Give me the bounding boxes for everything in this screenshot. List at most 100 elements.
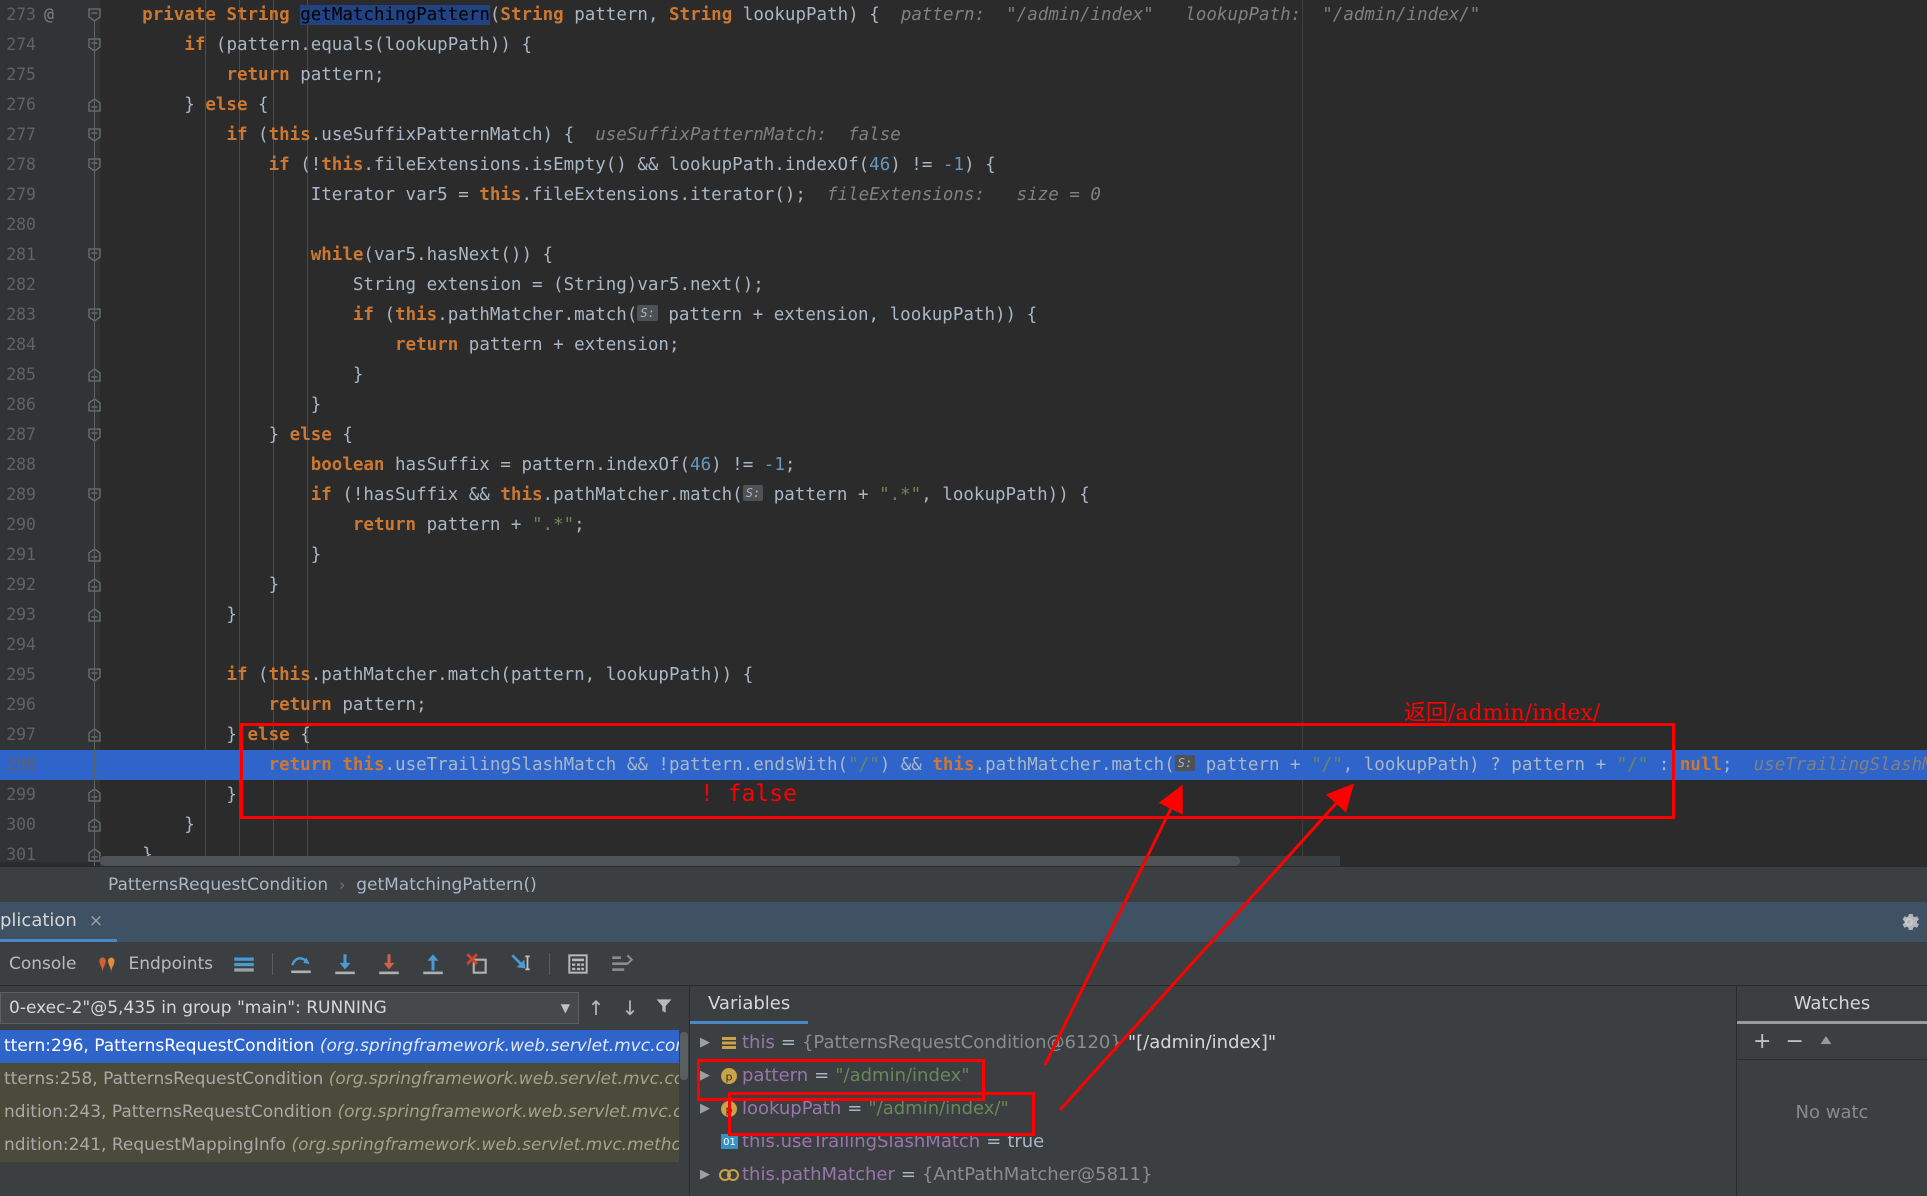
frame-package: (org.springframework.web.servlet.mvc.co	[337, 1102, 689, 1122]
remove-watch-button[interactable]: −	[1785, 1029, 1803, 1054]
frames-scrollbar[interactable]	[679, 1030, 689, 1196]
expand-triangle-icon[interactable]: ▶	[694, 1101, 716, 1116]
variables-list[interactable]: ▶ this = {PatternsRequestCondition@6120} "[/…	[690, 1026, 1736, 1196]
run-to-cursor-button[interactable]	[499, 942, 543, 986]
gear-icon[interactable]	[1897, 910, 1921, 940]
frame-row[interactable]: tterns:258, PatternsRequestCondition (or…	[0, 1063, 689, 1096]
fold-range-line	[94, 22, 95, 866]
drop-frame-button[interactable]	[455, 942, 499, 986]
filter-icon[interactable]	[647, 996, 681, 1021]
line-number: 295	[6, 665, 36, 684]
variable-row[interactable]: ▶ p lookupPath = "/admin/index/"	[690, 1092, 1736, 1125]
annotation-marker-icon[interactable]: @	[44, 0, 54, 30]
step-out-button[interactable]	[411, 942, 455, 986]
debug-toolbar[interactable]: Console Endpoints	[0, 942, 1927, 986]
step-into-button[interactable]	[323, 942, 367, 986]
line-number: 297	[6, 725, 36, 744]
code-text: }	[100, 815, 195, 835]
frame-down-button[interactable]: ↓	[613, 996, 647, 1020]
code-line[interactable]: 290 return pattern + ".*";	[0, 510, 1927, 540]
code-line[interactable]: 297 } else {	[0, 720, 1927, 750]
code-editor[interactable]: 273 @ private String getMatchingPattern(S…	[0, 0, 1927, 866]
evaluate-expression-button[interactable]	[556, 942, 600, 986]
code-line[interactable]: 294	[0, 630, 1927, 660]
code-text: if (!hasSuffix && this.pathMatcher.match…	[310, 485, 1090, 505]
variable-name: this	[742, 1032, 775, 1053]
line-number: 296	[6, 695, 36, 714]
code-line[interactable]: 291 }	[0, 540, 1927, 570]
frame-row[interactable]: ndition:243, PatternsRequestCondition (o…	[0, 1096, 689, 1129]
code-line[interactable]: 283 if (this.pathMatcher.match(S: patter…	[0, 300, 1927, 330]
code-line[interactable]: 298 return this.useTrailingSlashMatch &&…	[0, 750, 1927, 780]
code-line[interactable]: 295 if (this.pathMatcher.match(pattern, …	[0, 660, 1927, 690]
variable-value-extra: "[/admin/index]"	[1127, 1032, 1277, 1053]
add-watch-button[interactable]: +	[1753, 1029, 1771, 1054]
tab-application[interactable]: plication ×	[0, 902, 118, 942]
expand-triangle-icon[interactable]: ▶	[694, 1068, 716, 1083]
layout-settings-button[interactable]	[600, 942, 644, 986]
line-number: 280	[6, 215, 36, 234]
variable-row[interactable]: 01 this.useTrailingSlashMatch = true	[690, 1125, 1736, 1158]
code-text: if (this.useSuffixPatternMatch) { useSuf…	[226, 125, 901, 145]
code-line[interactable]: 282 String extension = (String)var5.next…	[0, 270, 1927, 300]
code-line[interactable]: 276 } else {	[0, 90, 1927, 120]
code-text: return pattern;	[226, 65, 385, 85]
inlay-hint: useTrailingSlashMatch: true	[1753, 755, 1927, 775]
breadcrumb-method[interactable]: getMatchingPattern()	[356, 875, 537, 895]
code-line[interactable]: 289 if (!hasSuffix && this.pathMatcher.m…	[0, 480, 1927, 510]
code-line[interactable]: 284 return pattern + extension;	[0, 330, 1927, 360]
code-line[interactable]: 277 if (this.useSuffixPatternMatch) { us…	[0, 120, 1927, 150]
variables-tab[interactable]: Variables	[690, 986, 1736, 1024]
code-line[interactable]: 293 }	[0, 600, 1927, 630]
watches-toolbar[interactable]: + −	[1737, 1024, 1927, 1060]
expand-triangle-icon[interactable]: ▶	[694, 1167, 716, 1182]
force-step-into-button[interactable]	[367, 942, 411, 986]
code-line[interactable]: 287 } else {	[0, 420, 1927, 450]
watches-tab[interactable]: Watches	[1737, 986, 1927, 1024]
code-line[interactable]: 285 }	[0, 360, 1927, 390]
editor-hscrollbar[interactable]	[100, 856, 1340, 866]
tab-endpoints[interactable]: Endpoints	[86, 942, 223, 986]
variable-row[interactable]: ▶ this.pathMatcher = {AntPathMatcher@5811}	[690, 1158, 1736, 1191]
step-over-button[interactable]	[279, 942, 323, 986]
code-line[interactable]: 299 }	[0, 780, 1927, 810]
chevron-down-icon[interactable]: ▼	[561, 1001, 570, 1015]
thread-combo[interactable]: 0-exec-2"@5,435 in group "main": RUNNING…	[0, 992, 579, 1024]
frame-row[interactable]: ndition:241, RequestMappingInfo (org.spr…	[0, 1129, 689, 1162]
line-number: 291	[6, 545, 36, 564]
code-line[interactable]: 281 while(var5.hasNext()) {	[0, 240, 1927, 270]
variable-name: pattern	[742, 1065, 809, 1086]
line-number: 286	[6, 395, 36, 414]
code-line[interactable]: 275 return pattern;	[0, 60, 1927, 90]
breadcrumb-class[interactable]: PatternsRequestCondition	[108, 875, 328, 895]
variable-name: this.useTrailingSlashMatch	[742, 1131, 981, 1152]
frames-list[interactable]: ttern:296, PatternsRequestCondition (org…	[0, 1030, 689, 1196]
variable-row[interactable]: ▶ this = {PatternsRequestCondition@6120} "[/…	[690, 1026, 1736, 1059]
code-line[interactable]: 273 @ private String getMatchingPattern(S…	[0, 0, 1927, 30]
tab-application-label: plication	[0, 910, 77, 931]
code-text: if (!this.fileExtensions.isEmpty() && lo…	[268, 155, 996, 175]
code-line[interactable]: 300 }	[0, 810, 1927, 840]
watch-up-icon[interactable]	[1818, 1029, 1834, 1054]
code-lines[interactable]: 273 @ private String getMatchingPattern(S…	[0, 0, 1927, 866]
close-icon[interactable]: ×	[89, 911, 103, 931]
variable-row[interactable]: ▶ p pattern = "/admin/index"	[690, 1059, 1736, 1092]
code-line[interactable]: 280	[0, 210, 1927, 240]
code-line[interactable]: 279 Iterator var5 = this.fileExtensions.…	[0, 180, 1927, 210]
show-execution-point-button[interactable]	[222, 942, 266, 986]
code-line[interactable]: 278 if (!this.fileExtensions.isEmpty() &…	[0, 150, 1927, 180]
code-line[interactable]: 274 if (pattern.equals(lookupPath)) {	[0, 30, 1927, 60]
code-line[interactable]: 296 return pattern;	[0, 690, 1927, 720]
variable-name: lookupPath	[742, 1098, 842, 1119]
variable-equals: =	[814, 1065, 830, 1086]
code-line[interactable]: 292 }	[0, 570, 1927, 600]
variables-tab-label: Variables	[690, 993, 809, 1024]
frame-up-button[interactable]: ↑	[579, 996, 613, 1020]
tab-console[interactable]: Console	[0, 942, 86, 986]
expand-triangle-icon[interactable]: ▶	[694, 1035, 716, 1050]
code-line[interactable]: 288 boolean hasSuffix = pattern.indexOf(…	[0, 450, 1927, 480]
tab-console-label: Console	[9, 953, 77, 974]
code-line[interactable]: 286 }	[0, 390, 1927, 420]
frame-row[interactable]: ttern:296, PatternsRequestCondition (org…	[0, 1030, 689, 1063]
breadcrumb[interactable]: PatternsRequestCondition › getMatchingPa…	[0, 866, 1927, 902]
